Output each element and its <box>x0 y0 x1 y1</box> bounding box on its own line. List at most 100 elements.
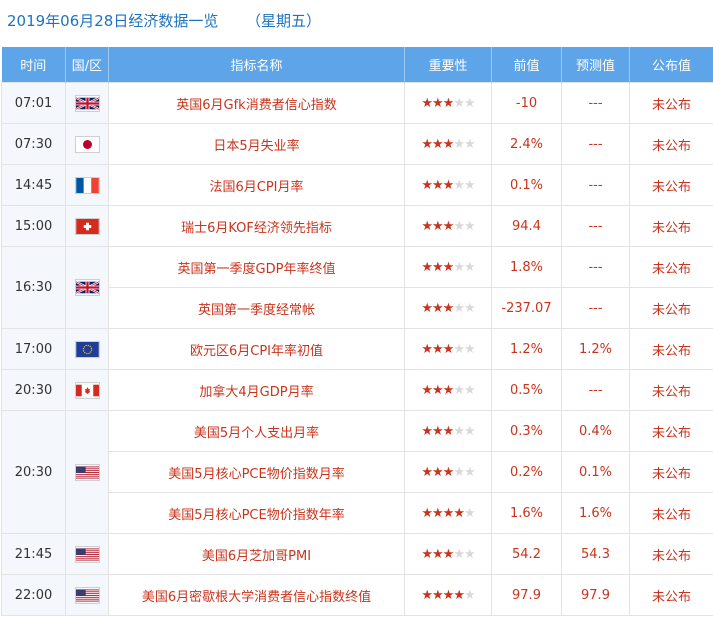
star-empty-icon: ★ <box>463 300 476 316</box>
country-flag-cell <box>65 123 109 165</box>
star-filled-icon: ★ <box>442 423 455 439</box>
importance-rating: ★★★★★ <box>404 492 492 534</box>
table-row[interactable]: 英国第一季度经常帐 ★★★★★ -237.07 --- 未公布 <box>2 287 713 329</box>
star-empty-icon: ★ <box>453 218 465 234</box>
country-flag-cell <box>65 410 109 534</box>
economic-data-table: 时间 国/区 指标名称 重要性 前值 预测值 公布值 07:01 英国6月Gfk消… <box>1 47 713 616</box>
table-row[interactable]: 22:00 美国6月密歇根大学消费者信心指数终值 ★★★★★ 97.9 97.9 未公布 <box>1 574 713 616</box>
star-filled-icon: ★ <box>442 177 455 193</box>
event-time: 07:01 <box>1 82 66 124</box>
page-title-bar: 2019年06月28日经济数据一览 （星期五） <box>0 0 713 40</box>
star-filled-icon: ★ <box>453 587 465 603</box>
table-row[interactable]: 美国5月核心PCE物价指数月率 ★★★★★ 0.2% 0.1% 未公布 <box>2 451 713 493</box>
event-time: 17:00 <box>1 328 66 370</box>
star-filled-icon: ★ <box>442 95 455 111</box>
actual-value: 未公布 <box>629 451 713 493</box>
previous-value: 1.8% <box>491 246 562 288</box>
star-filled-icon: ★ <box>432 505 444 521</box>
star-empty-icon: ★ <box>463 423 476 439</box>
indicator-name-link[interactable]: 欧元区6月CPI年率初值 <box>108 328 405 370</box>
country-flag-cell <box>65 164 109 206</box>
star-filled-icon: ★ <box>442 300 455 316</box>
star-filled-icon: ★ <box>453 505 465 521</box>
star-empty-icon: ★ <box>453 300 465 316</box>
star-filled-icon: ★ <box>432 423 444 439</box>
event-time: 14:45 <box>1 164 66 206</box>
forecast-value: --- <box>561 369 630 411</box>
star-filled-icon: ★ <box>432 341 444 357</box>
column-header-forecast: 预测值 <box>561 47 630 83</box>
star-filled-icon: ★ <box>442 259 455 275</box>
table-row[interactable]: 20:30 美国5月个人支出月率 ★★★★★ 0.3% 0.4% 未公布 <box>1 410 713 534</box>
forecast-value: 54.3 <box>561 533 630 575</box>
star-empty-icon: ★ <box>463 546 476 562</box>
previous-value: 1.6% <box>491 492 562 534</box>
actual-value: 未公布 <box>629 328 713 370</box>
country-flag-cell <box>65 82 109 124</box>
eu-flag-icon <box>74 340 100 358</box>
star-filled-icon: ★ <box>442 505 455 521</box>
forecast-value: 1.6% <box>561 492 630 534</box>
indicator-name-link[interactable]: 美国6月芝加哥PMI <box>108 533 405 575</box>
forecast-value: 0.1% <box>561 451 630 493</box>
star-filled-icon: ★ <box>442 341 455 357</box>
star-filled-icon: ★ <box>421 259 433 275</box>
indicator-name-link[interactable]: 美国5月核心PCE物价指数年率 <box>108 492 405 534</box>
star-filled-icon: ★ <box>442 546 455 562</box>
star-filled-icon: ★ <box>432 136 444 152</box>
indicator-name-link[interactable]: 加拿大4月GDP月率 <box>108 369 405 411</box>
table-row[interactable]: 17:00 欧元区6月CPI年率初值 ★★★★★ 1.2% 1.2% 未公布 <box>1 328 713 370</box>
country-flag-cell <box>65 369 109 411</box>
star-empty-icon: ★ <box>463 587 476 603</box>
table-row[interactable]: 21:45 美国6月芝加哥PMI ★★★★★ 54.2 54.3 未公布 <box>1 533 713 575</box>
indicator-name-link[interactable]: 瑞士6月KOF经济领先指标 <box>108 205 405 247</box>
star-empty-icon: ★ <box>453 546 465 562</box>
table-row[interactable]: 16:30 英国第一季度GDP年率终值 ★★★★★ 1.8% --- 未公布 <box>1 246 713 329</box>
france-flag-icon <box>74 176 100 194</box>
star-filled-icon: ★ <box>432 259 444 275</box>
indicator-name-link[interactable]: 英国第一季度GDP年率终值 <box>108 246 405 288</box>
indicator-name-link[interactable]: 日本5月失业率 <box>108 123 405 165</box>
usa-flag-icon <box>74 545 100 563</box>
event-time: 16:30 <box>1 246 66 329</box>
table-row[interactable]: 07:30 日本5月失业率 ★★★★★ 2.4% --- 未公布 <box>1 123 713 165</box>
previous-value: 94.4 <box>491 205 562 247</box>
star-empty-icon: ★ <box>453 341 465 357</box>
indicator-name-link[interactable]: 美国6月密歇根大学消费者信心指数终值 <box>108 574 405 616</box>
weekday-label: （星期五） <box>246 12 322 30</box>
event-time: 07:30 <box>1 123 66 165</box>
indicator-name-link[interactable]: 英国6月Gfk消费者信心指数 <box>108 82 405 124</box>
column-header-indicator: 指标名称 <box>108 47 405 83</box>
importance-rating: ★★★★★ <box>404 574 492 616</box>
importance-rating: ★★★★★ <box>404 246 492 288</box>
uk-flag-icon <box>74 279 100 296</box>
indicator-name-link[interactable]: 英国第一季度经常帐 <box>108 287 405 329</box>
indicator-name-link[interactable]: 美国5月核心PCE物价指数月率 <box>108 451 405 493</box>
event-time: 22:00 <box>1 574 66 616</box>
star-empty-icon: ★ <box>463 382 476 398</box>
star-filled-icon: ★ <box>432 464 444 480</box>
event-time: 21:45 <box>1 533 66 575</box>
table-row[interactable]: 15:00 瑞士6月KOF经济领先指标 ★★★★★ 94.4 --- 未公布 <box>1 205 713 247</box>
country-flag-cell <box>65 205 109 247</box>
star-empty-icon: ★ <box>463 177 476 193</box>
star-empty-icon: ★ <box>463 218 476 234</box>
forecast-value: --- <box>561 287 630 329</box>
star-empty-icon: ★ <box>463 464 476 480</box>
actual-value: 未公布 <box>629 246 713 288</box>
importance-rating: ★★★★★ <box>404 123 492 165</box>
star-filled-icon: ★ <box>421 546 433 562</box>
country-flag-cell <box>65 533 109 575</box>
previous-value: 0.3% <box>491 410 562 452</box>
indicator-name-link[interactable]: 美国5月个人支出月率 <box>108 410 405 452</box>
actual-value: 未公布 <box>629 492 713 534</box>
table-row[interactable]: 07:01 英国6月Gfk消费者信心指数 ★★★★★ -10 --- 未公布 <box>1 82 713 124</box>
table-row[interactable]: 美国5月核心PCE物价指数年率 ★★★★★ 1.6% 1.6% 未公布 <box>2 492 713 534</box>
table-row[interactable]: 14:45 法国6月CPI月率 ★★★★★ 0.1% --- 未公布 <box>1 164 713 206</box>
star-empty-icon: ★ <box>463 505 476 521</box>
column-header-importance: 重要性 <box>404 47 492 83</box>
actual-value: 未公布 <box>629 287 713 329</box>
table-row[interactable]: 20:30 加拿大4月GDP月率 ★★★★★ 0.5% --- 未公布 <box>1 369 713 411</box>
indicator-name-link[interactable]: 法国6月CPI月率 <box>108 164 405 206</box>
star-filled-icon: ★ <box>432 546 444 562</box>
